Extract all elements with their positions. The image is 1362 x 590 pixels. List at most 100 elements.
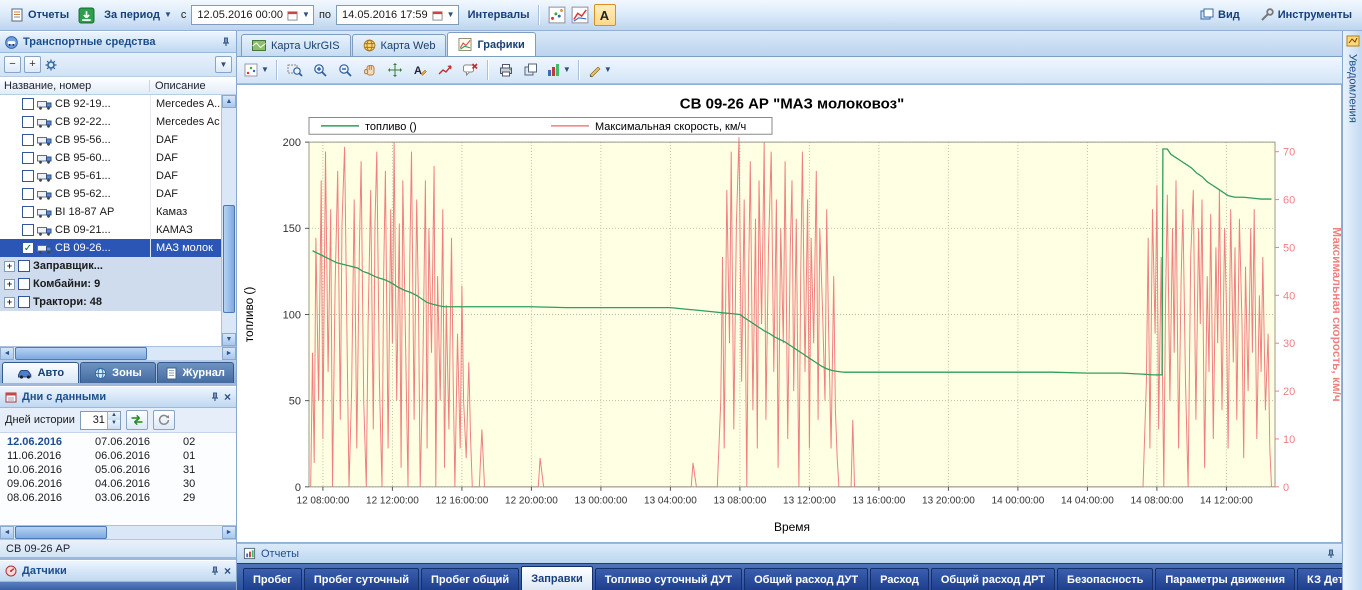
report-tab[interactable]: Пробег суточный: [304, 568, 419, 590]
chart-type-button[interactable]: ▼: [243, 60, 270, 80]
scatter-chart-icon[interactable]: [548, 6, 566, 24]
day-date[interactable]: 11.06.2016: [7, 450, 95, 462]
view-menu-button[interactable]: Вид: [1196, 6, 1244, 24]
vehicle-group-row[interactable]: +Комбайни: 9: [0, 275, 236, 293]
day-date[interactable]: 31: [183, 464, 213, 476]
close-icon[interactable]: ×: [224, 392, 231, 402]
expand-icon[interactable]: +: [4, 279, 15, 290]
vehicle-row[interactable]: ВІ 18-87 АРКамаз: [0, 203, 236, 221]
vehicle-row[interactable]: СВ 95-60...DAF: [0, 149, 236, 167]
day-row[interactable]: 10.06.201605.06.201631: [0, 463, 236, 477]
day-date[interactable]: 01: [183, 450, 213, 462]
calendar-icon[interactable]: [432, 10, 443, 21]
scroll-thumb[interactable]: [15, 526, 107, 539]
day-date[interactable]: 12.06.2016: [7, 436, 95, 448]
copy-chart-button[interactable]: [520, 60, 542, 80]
pan-hand-button[interactable]: [359, 60, 381, 80]
report-tab[interactable]: КЗ Детальный: [1297, 568, 1342, 590]
reload-button[interactable]: [153, 410, 175, 430]
vehicle-checkbox[interactable]: [22, 152, 34, 164]
vehicle-row[interactable]: ✓СВ 09-26...МАЗ молок: [0, 239, 236, 257]
line-chart-icon[interactable]: [571, 6, 589, 24]
report-tab[interactable]: Безопасность: [1057, 568, 1153, 590]
days-horizontal-scrollbar[interactable]: ◄ ►: [0, 525, 236, 539]
pin-icon[interactable]: [1326, 549, 1336, 559]
zoom-region-button[interactable]: [284, 60, 306, 80]
content-tab-1[interactable]: Карта Web: [352, 34, 447, 56]
vehicle-row[interactable]: СВ 09-21...КАМАЗ: [0, 221, 236, 239]
labels-toggle-button[interactable]: A: [594, 4, 616, 26]
vehicle-checkbox[interactable]: [22, 98, 34, 110]
column-name[interactable]: Название, номер: [0, 80, 150, 92]
pin-icon[interactable]: [210, 566, 220, 576]
vehicle-group-row[interactable]: +Заправщик...: [0, 257, 236, 275]
day-row[interactable]: 11.06.201606.06.201601: [0, 449, 236, 463]
zoom-in-button[interactable]: [309, 60, 331, 80]
day-date[interactable]: 07.06.2016: [95, 436, 183, 448]
content-tab-0[interactable]: Карта UkrGIS: [241, 34, 351, 56]
vehicle-row[interactable]: СВ 92-19...Mercedes A...: [0, 95, 236, 113]
day-row[interactable]: 09.06.201604.06.201630: [0, 477, 236, 491]
day-date[interactable]: 03.06.2016: [95, 492, 183, 504]
day-date[interactable]: 08.06.2016: [7, 492, 95, 504]
scroll-left-icon[interactable]: ◄: [0, 347, 14, 360]
report-tab[interactable]: Параметры движения: [1155, 568, 1295, 590]
date-to-field[interactable]: 14.05.2016 17:59 ▼: [336, 5, 459, 25]
pin-icon[interactable]: [221, 37, 231, 47]
vehicle-checkbox[interactable]: [22, 188, 34, 200]
report-tab[interactable]: Общий расход ДУТ: [744, 568, 868, 590]
scroll-right-icon[interactable]: ►: [222, 526, 236, 539]
tree-menu-caret-button[interactable]: ▼: [215, 56, 232, 73]
scroll-right-icon[interactable]: ►: [222, 347, 236, 360]
content-tab-2[interactable]: Графики: [447, 32, 535, 56]
tree-vertical-scrollbar[interactable]: ▲ ▼: [221, 95, 236, 346]
scroll-left-icon[interactable]: ◄: [0, 526, 14, 539]
draw-pencil-button[interactable]: ▼: [586, 60, 613, 80]
day-date[interactable]: 29: [183, 492, 213, 504]
expand-all-button[interactable]: +: [24, 56, 41, 73]
report-tab[interactable]: Топливо суточный ДУТ: [595, 568, 742, 590]
sidebar-tab-1[interactable]: Зоны: [80, 362, 157, 383]
calendar-icon[interactable]: [287, 10, 298, 21]
vehicle-row[interactable]: СВ 95-56...DAF: [0, 131, 236, 149]
vehicle-checkbox[interactable]: [22, 224, 34, 236]
history-days-value[interactable]: 31: [81, 412, 107, 429]
reports-collapsed-bar[interactable]: Отчеты: [237, 543, 1342, 563]
day-row[interactable]: 08.06.201603.06.201629: [0, 491, 236, 505]
vehicle-checkbox[interactable]: [18, 278, 30, 290]
date-to-caret-icon[interactable]: ▼: [447, 11, 455, 19]
column-desc[interactable]: Описание: [150, 80, 206, 92]
date-from-field[interactable]: 12.05.2016 00:00 ▼: [191, 5, 314, 25]
intervals-button[interactable]: Интервалы: [468, 9, 530, 21]
stepper-up-icon[interactable]: ▲: [108, 412, 120, 421]
vehicle-row[interactable]: СВ 95-61...DAF: [0, 167, 236, 185]
report-tab[interactable]: Общий расход ДРТ: [931, 568, 1055, 590]
tree-horizontal-scrollbar[interactable]: ◄ ►: [0, 346, 236, 360]
report-tab[interactable]: Пробег общий: [421, 568, 519, 590]
text-label-button[interactable]: A: [409, 60, 431, 80]
day-date[interactable]: 05.06.2016: [95, 464, 183, 476]
trend-arrow-button[interactable]: [434, 60, 456, 80]
scroll-thumb[interactable]: [223, 205, 235, 312]
vehicle-checkbox[interactable]: [22, 170, 34, 182]
delete-annotation-button[interactable]: [459, 60, 481, 80]
vehicle-checkbox[interactable]: [18, 296, 30, 308]
notifications-strip[interactable]: Уведомления: [1342, 31, 1362, 590]
filter-gear-icon[interactable]: [44, 58, 58, 72]
tree-column-header[interactable]: Название, номер Описание: [0, 77, 236, 95]
report-tab[interactable]: Пробег: [243, 568, 302, 590]
refresh-button[interactable]: [126, 410, 148, 430]
vehicle-checkbox[interactable]: [22, 206, 34, 218]
day-date[interactable]: 06.06.2016: [95, 450, 183, 462]
date-from-caret-icon[interactable]: ▼: [302, 11, 310, 19]
day-date[interactable]: 02: [183, 436, 213, 448]
vehicle-checkbox[interactable]: ✓: [22, 242, 34, 254]
vehicle-checkbox[interactable]: [22, 116, 34, 128]
day-row[interactable]: 12.06.201607.06.201602: [0, 435, 236, 449]
collapse-all-button[interactable]: −: [4, 56, 21, 73]
export-excel-icon[interactable]: [78, 7, 95, 24]
period-button[interactable]: За период ▼: [100, 7, 176, 23]
move-chart-button[interactable]: [384, 60, 406, 80]
scroll-thumb[interactable]: [15, 347, 147, 360]
tools-menu-button[interactable]: Инструменты: [1256, 6, 1356, 24]
